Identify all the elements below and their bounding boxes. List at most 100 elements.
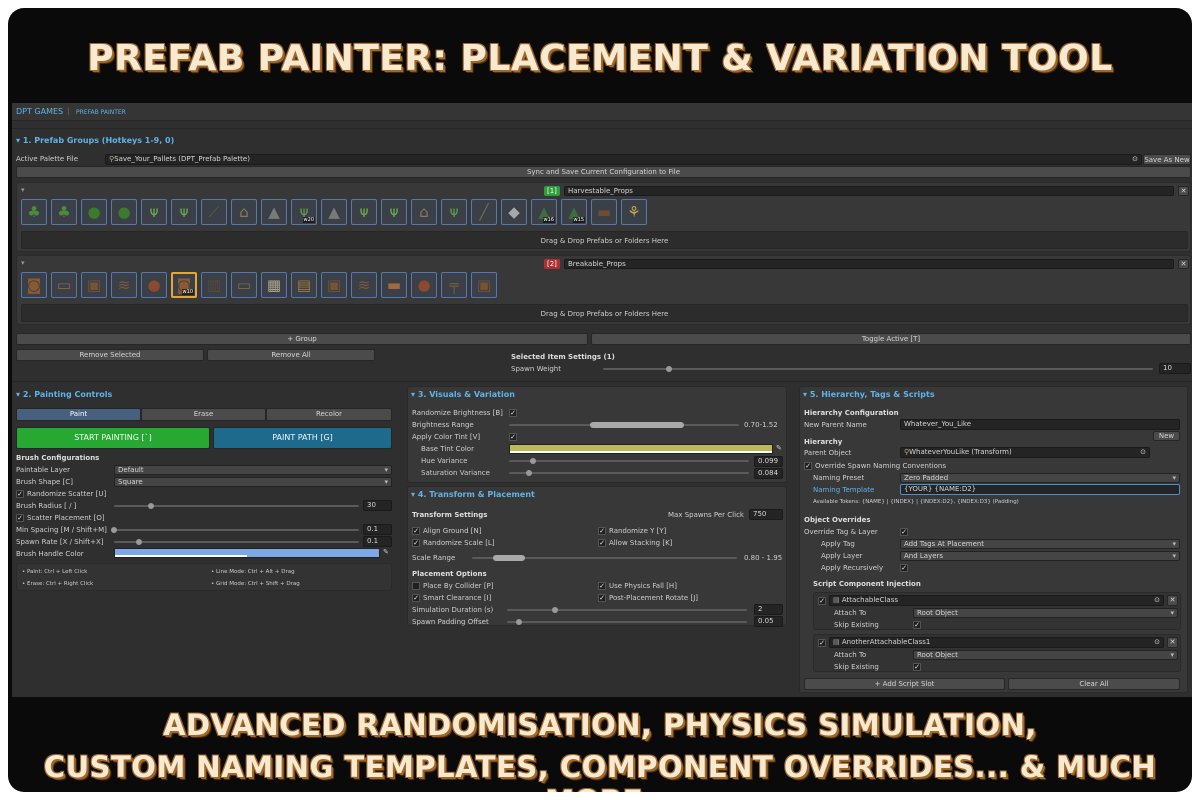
new-parent-button[interactable]: New xyxy=(1153,431,1180,441)
group-foldout-icon[interactable]: ▾ xyxy=(21,259,25,268)
script-field[interactable]: ▤ AnotherAttachableClass1 ⊙ xyxy=(829,637,1164,648)
active-palette-field[interactable]: ⚲Save_Your_Pallets (DPT_Prefab Palette) ⊙ xyxy=(105,154,1142,165)
prefab-slot[interactable]: ▭ xyxy=(231,272,257,298)
randomize-scatter-checkbox[interactable]: ✓ xyxy=(16,490,24,498)
prefab-slot[interactable]: ▲ xyxy=(321,199,347,225)
brightness-range-handle[interactable] xyxy=(589,422,684,428)
prefab-slot[interactable]: ᴪ w20 xyxy=(291,199,317,225)
prefab-slot[interactable]: ▲ w16 xyxy=(531,199,557,225)
prefab-slot[interactable]: ▥ xyxy=(201,272,227,298)
use-physics-fall-checkbox[interactable]: ✓ xyxy=(598,582,606,590)
prefab-slot[interactable]: ♣ xyxy=(21,199,47,225)
prefab-slot[interactable]: ⟋ xyxy=(201,199,227,225)
paintable-layer-dropdown[interactable]: Default xyxy=(114,465,392,475)
min-spacing-slider[interactable] xyxy=(114,529,359,531)
prefab-slot[interactable]: ᴪ xyxy=(381,199,407,225)
skip-existing-checkbox[interactable]: ✓ xyxy=(913,663,921,671)
prefab-slot[interactable]: ╤ xyxy=(441,272,467,298)
object-picker-icon[interactable]: ⊙ xyxy=(1154,638,1160,647)
simulation-duration-field[interactable]: 2 xyxy=(754,604,783,615)
apply-color-tint-checkbox[interactable]: ✓ xyxy=(509,433,517,441)
randomize-brightness-checkbox[interactable]: ✓ xyxy=(509,409,517,417)
prefab-slot[interactable]: ◆ xyxy=(501,199,527,225)
spawn-padding-field[interactable]: 0.05 xyxy=(754,616,783,627)
section-transform-header[interactable]: ▾ 4. Transform & Placement xyxy=(411,490,535,500)
object-picker-icon[interactable]: ⊙ xyxy=(1154,596,1160,605)
spawn-weight-slider[interactable] xyxy=(603,368,1153,370)
breadcrumb-page[interactable]: PREFAB PAINTER xyxy=(76,108,126,117)
prefab-slot[interactable]: ◙ xyxy=(21,272,47,298)
tab-erase[interactable]: Erase xyxy=(141,408,266,421)
prefab-slot[interactable]: ▲ w15 xyxy=(561,199,587,225)
apply-layer-dropdown[interactable]: And Layers xyxy=(900,551,1180,561)
section-hierarchy-header[interactable]: ▾ 5. Hierarchy, Tags & Scripts xyxy=(803,390,935,400)
breadcrumb-root[interactable]: DPT GAMES xyxy=(16,107,63,116)
prefab-slot[interactable]: ▤ xyxy=(291,272,317,298)
section-visuals-header[interactable]: ▾ 3. Visuals & Variation xyxy=(411,390,515,400)
remove-group-button[interactable]: ✕ xyxy=(1178,259,1189,269)
prefab-slot[interactable]: ▲ xyxy=(261,199,287,225)
smart-clearance-checkbox[interactable]: ✓ xyxy=(412,594,420,602)
prefab-slot[interactable]: ⌂ xyxy=(411,199,437,225)
prefab-slot[interactable]: ⚘ xyxy=(621,199,647,225)
spawn-padding-slider-handle[interactable] xyxy=(516,619,522,625)
tab-paint[interactable]: Paint xyxy=(16,408,141,421)
simulation-duration-slider[interactable] xyxy=(507,609,747,611)
tab-recolor[interactable]: Recolor xyxy=(266,408,392,421)
remove-all-button[interactable]: Remove All xyxy=(207,349,375,361)
object-picker-icon[interactable]: ⊙ xyxy=(1140,448,1146,457)
spawn-padding-slider[interactable] xyxy=(507,621,747,623)
randomize-scale-checkbox[interactable]: ✓ xyxy=(412,539,420,547)
skip-existing-checkbox[interactable]: ✓ xyxy=(913,621,921,629)
prefab-slot[interactable]: ● xyxy=(81,199,107,225)
place-by-collider-checkbox[interactable] xyxy=(412,582,420,590)
prefab-slot[interactable]: ▣ xyxy=(81,272,107,298)
group-name-field[interactable]: Harvestable_Props xyxy=(564,186,1174,196)
prefab-slot[interactable]: ≋ xyxy=(351,272,377,298)
scatter-placement-checkbox[interactable]: ✓ xyxy=(16,514,24,522)
drop-zone[interactable]: Drag & Drop Prefabs or Folders Here xyxy=(21,304,1188,322)
prefab-slot[interactable]: ╱ xyxy=(471,199,497,225)
prefab-slot[interactable]: ● xyxy=(411,272,437,298)
hue-variance-field[interactable]: 0.099 xyxy=(754,456,783,467)
saturation-variance-slider[interactable] xyxy=(509,472,749,474)
drop-zone[interactable]: Drag & Drop Prefabs or Folders Here xyxy=(21,231,1188,249)
remove-script-button[interactable]: ✕ xyxy=(1167,637,1178,648)
prefab-slot[interactable]: ◙ w10 xyxy=(171,272,197,298)
post-placement-rotate-checkbox[interactable]: ✓ xyxy=(598,594,606,602)
apply-recursively-checkbox[interactable]: ✓ xyxy=(900,564,908,572)
override-tag-layer-checkbox[interactable]: ✓ xyxy=(900,528,908,536)
eyedropper-icon[interactable]: ✎ xyxy=(383,548,389,557)
randomize-y-checkbox[interactable]: ✓ xyxy=(598,527,606,535)
remove-selected-button[interactable]: Remove Selected xyxy=(16,349,204,361)
prefab-slot[interactable]: ● xyxy=(111,199,137,225)
prefab-slot[interactable]: ▬ xyxy=(591,199,617,225)
prefab-slot[interactable]: ≋ xyxy=(111,272,137,298)
spawn-rate-slider-handle[interactable] xyxy=(135,539,142,545)
brush-radius-field[interactable]: 30 xyxy=(363,500,392,511)
prefab-slot[interactable]: ᴪ xyxy=(351,199,377,225)
prefab-slot[interactable]: ⌂ xyxy=(231,199,257,225)
prefab-slot[interactable]: ▣ xyxy=(321,272,347,298)
min-spacing-field[interactable]: 0.1 xyxy=(363,524,392,535)
hue-variance-slider-handle[interactable] xyxy=(529,458,536,464)
attach-to-dropdown[interactable]: Root Object xyxy=(913,608,1178,618)
apply-tag-dropdown[interactable]: Add Tags At Placement xyxy=(900,539,1180,549)
eyedropper-icon[interactable]: ✎ xyxy=(776,444,782,453)
script-enabled-checkbox[interactable]: ✓ xyxy=(818,597,826,605)
add-group-button[interactable]: + Group xyxy=(16,333,588,345)
toggle-active-button[interactable]: Toggle Active [T] xyxy=(591,333,1191,345)
naming-preset-dropdown[interactable]: Zero Padded xyxy=(900,473,1180,483)
hue-variance-slider[interactable] xyxy=(509,460,749,462)
prefab-slot[interactable]: ▣ xyxy=(471,272,497,298)
script-field[interactable]: ▤ AttachableClass ⊙ xyxy=(829,595,1164,606)
sync-save-button[interactable]: Sync and Save Current Configuration to F… xyxy=(16,166,1191,178)
brush-shape-dropdown[interactable]: Square xyxy=(114,477,392,487)
max-spawns-field[interactable]: 750 xyxy=(749,509,783,520)
min-spacing-slider-handle[interactable] xyxy=(111,527,117,533)
section-prefab-groups-header[interactable]: ▾ 1. Prefab Groups (Hotkeys 1-9, 0) xyxy=(16,136,174,146)
clear-all-button[interactable]: Clear All xyxy=(1008,678,1180,690)
group-foldout-icon[interactable]: ▾ xyxy=(21,186,25,195)
spawn-rate-field[interactable]: 0.1 xyxy=(363,536,392,547)
spawn-rate-slider[interactable] xyxy=(114,541,359,543)
